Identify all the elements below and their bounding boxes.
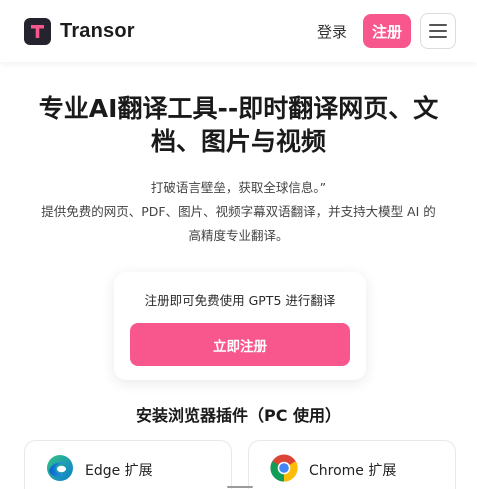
hamburger-icon — [429, 24, 447, 26]
edge-extension-label: Edge 扩展 — [85, 463, 153, 479]
signup-card: 注册即可免费使用 GPT5 进行翻译 立即注册 — [114, 272, 366, 380]
chrome-extension-card[interactable]: Chrome 扩展 — [248, 440, 456, 489]
signup-card-text: 注册即可免费使用 GPT5 进行翻译 — [144, 293, 336, 308]
chrome-extension-label: Chrome 扩展 — [309, 463, 397, 479]
chrome-icon — [270, 454, 298, 482]
home-indicator — [227, 486, 253, 488]
extensions-heading: 安装浏览器插件（PC 使用） — [135, 406, 342, 425]
top-nav: Transor 登录 注册 — [0, 0, 477, 62]
brand-name: Transor — [60, 19, 135, 42]
hero-title: 专业AI翻译工具--即时翻译网页、文档、图片与视频 — [38, 94, 439, 156]
menu-button[interactable] — [420, 13, 456, 49]
hero-desc-line: 提供免费的网页、PDF、图片、视频字幕双语翻译，并支持大模型 AI 的 — [41, 204, 436, 219]
edge-extension-card[interactable]: Edge 扩展 — [24, 440, 232, 489]
logo-icon — [24, 17, 51, 45]
brand[interactable]: Transor — [24, 17, 135, 45]
signup-now-button[interactable]: 立即注册 — [130, 323, 350, 366]
header-actions: 登录 注册 — [317, 13, 456, 49]
hero-description: 打破语言壁垒，获取全球信息。” 提供免费的网页、PDF、图片、视频字幕双语翻译，… — [10, 176, 467, 248]
hero-desc-line: 高精度专业翻译。 — [188, 228, 289, 243]
hamburger-icon-line — [429, 36, 447, 38]
logo-t-glyph — [31, 24, 44, 38]
hamburger-icon-line — [429, 30, 447, 32]
page: Transor 登录 注册 专业AI翻译工具--即时翻译网页、文档、图片与视频 … — [0, 0, 477, 489]
register-button[interactable]: 注册 — [362, 14, 411, 48]
edge-icon — [47, 455, 73, 481]
hero-desc-line: 打破语言壁垒，获取全球信息。” — [150, 180, 327, 195]
login-link[interactable]: 登录 — [317, 21, 347, 42]
